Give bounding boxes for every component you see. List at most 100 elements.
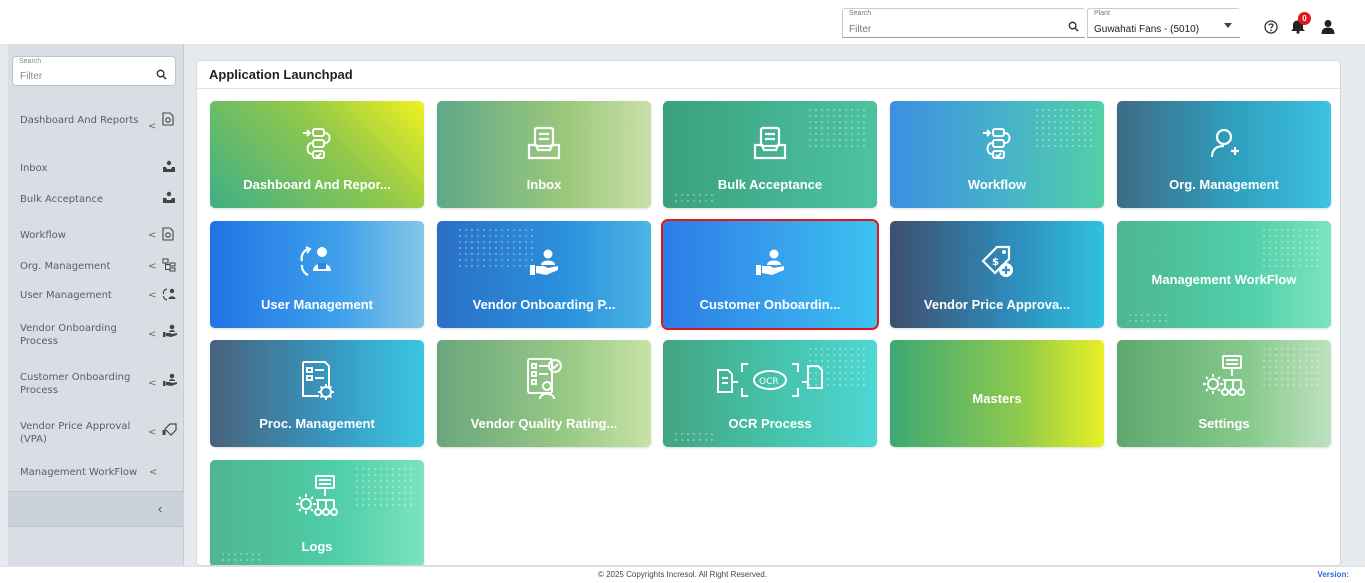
tile-user-management[interactable]: User Management [210, 221, 424, 328]
tile-dashboard-and-reports[interactable]: Dashboard And Repor... [210, 101, 424, 208]
tile-label: Logs [301, 539, 333, 554]
report-icon [162, 112, 174, 130]
tile-label: Workflow [967, 177, 1027, 192]
tile-inbox[interactable]: Inbox [437, 101, 651, 208]
price-tag-icon: $ [977, 241, 1017, 286]
hand-user-icon [528, 249, 560, 282]
sidebar-item-label: Dashboard And Reports [20, 115, 139, 126]
sidebar-collapse-button[interactable]: ‹ [8, 491, 184, 527]
tile-customer-onboarding[interactable]: Customer Onboardin... [661, 219, 879, 330]
plant-label: Plant [1094, 10, 1110, 17]
sidebar-item-label: Vendor Price Approval (VPA) [20, 421, 131, 445]
sidebar-search-label: Search [19, 58, 42, 65]
svg-text:OCR: OCR [759, 377, 779, 387]
sidebar-item-workflow[interactable]: Workflow < [8, 227, 184, 243]
tile-label: Vendor Onboarding P... [472, 297, 616, 312]
plant-value: Guwahati Fans - (5010) [1094, 24, 1200, 35]
sidebar: Search Filter Dashboard And Reports < In… [8, 44, 184, 566]
tile-workflow[interactable]: Workflow [890, 101, 1104, 208]
checklist-user-icon [522, 356, 566, 407]
hand-user-icon [162, 324, 178, 342]
inbox-icon [526, 125, 562, 166]
hand-user-icon [162, 373, 178, 391]
page-title: Application Launchpad [209, 67, 353, 82]
tile-label: Dashboard And Repor... [243, 177, 391, 192]
sidebar-item-label: Workflow [20, 230, 66, 241]
chevron-left-icon: < [148, 427, 157, 438]
user-icon[interactable] [1320, 19, 1336, 39]
sidebar-item-label: Org. Management [20, 261, 111, 272]
sidebar-item-bulk-acceptance[interactable]: Bulk Acceptance [8, 191, 184, 207]
org-chart-icon [162, 258, 176, 276]
tile-label: Inbox [526, 177, 562, 192]
user-sync-icon [298, 243, 336, 284]
sidebar-item-vendor-price-approval[interactable]: Vendor Price Approval (VPA) < [8, 418, 184, 448]
decorative-dots [354, 466, 414, 506]
sidebar-item-vendor-onboarding-process[interactable]: Vendor Onboarding Process < [8, 320, 184, 350]
chevron-down-icon [1224, 23, 1232, 28]
decorative-dots [457, 227, 537, 267]
inbox-tray-icon [162, 160, 176, 177]
chevron-left-icon: < [148, 121, 157, 132]
tile-label: Settings [1198, 416, 1250, 431]
chevron-left-icon: < [149, 467, 158, 478]
global-search-input[interactable]: Search Filter [842, 8, 1085, 38]
inbox-icon [752, 125, 788, 166]
global-search-label: Search [849, 10, 872, 17]
tile-org-management[interactable]: Org. Management [1117, 101, 1331, 208]
chevron-left-icon: ‹ [158, 501, 163, 516]
tile-proc-management[interactable]: Proc. Management [210, 340, 424, 447]
ocr-scan-icon: OCR [714, 358, 826, 403]
tile-label: Management WorkFlow [1151, 272, 1297, 287]
panel-header: Application Launchpad [197, 61, 1340, 89]
sidebar-item-label: Vendor Onboarding Process [20, 323, 117, 347]
tile-vendor-onboarding-process[interactable]: Vendor Onboarding P... [437, 221, 651, 328]
gear-network-icon [294, 474, 340, 529]
tile-management-workflow[interactable]: Management WorkFlow [1117, 221, 1331, 328]
sidebar-search-input[interactable]: Search Filter [12, 56, 176, 86]
tile-vendor-price-approval[interactable]: $ Vendor Price Approva... [890, 221, 1104, 328]
hand-user-icon [754, 249, 786, 282]
decorative-dots [1261, 346, 1321, 386]
version-link[interactable]: Version: [1317, 570, 1349, 579]
tile-label: Masters [972, 391, 1022, 406]
svg-text:$: $ [992, 257, 999, 268]
inbox-tray-icon [162, 191, 176, 208]
tile-label: Vendor Price Approva... [923, 297, 1071, 312]
application-launchpad-panel: Application Launchpad Dashboard And Repo… [196, 60, 1341, 566]
sidebar-item-customer-onboarding-process[interactable]: Customer Onboarding Process < [8, 369, 184, 399]
search-icon[interactable] [156, 67, 167, 85]
sidebar-item-dashboard-and-reports[interactable]: Dashboard And Reports < [8, 112, 184, 142]
tile-label: Bulk Acceptance [717, 177, 823, 192]
tile-label: Customer Onboardin... [699, 297, 841, 312]
decorative-dots [673, 192, 713, 206]
notification-badge: 0 [1298, 12, 1311, 25]
decorative-dots [1127, 312, 1167, 326]
chevron-left-icon: < [148, 261, 157, 272]
tile-label: Org. Management [1169, 177, 1279, 192]
decorative-dots [1034, 107, 1094, 147]
plant-select[interactable]: Plant Guwahati Fans - (5010) [1087, 8, 1240, 38]
sidebar-item-org-management[interactable]: Org. Management < [8, 258, 184, 274]
tile-bulk-acceptance[interactable]: Bulk Acceptance [663, 101, 877, 208]
tile-ocr-process[interactable]: OCR OCR Process [663, 340, 877, 447]
sidebar-item-user-management[interactable]: User Management < [8, 287, 184, 303]
gear-network-icon [1201, 354, 1247, 409]
chevron-left-icon: < [148, 230, 157, 241]
workflow-list-icon [299, 125, 335, 166]
sidebar-item-label: Bulk Acceptance [20, 194, 104, 205]
report-icon [162, 227, 174, 245]
top-header: Search Filter Plant Guwahati Fans - (501… [0, 0, 1365, 44]
sidebar-search-placeholder: Filter [20, 71, 43, 82]
tile-settings[interactable]: Settings [1117, 340, 1331, 447]
users-cycle-icon [162, 287, 177, 305]
sidebar-item-inbox[interactable]: Inbox [8, 160, 184, 176]
footer: © 2025 Copyrights Incresol. All Right Re… [0, 566, 1365, 583]
help-icon[interactable] [1264, 20, 1278, 39]
tile-masters[interactable]: Masters [890, 340, 1104, 447]
tile-vendor-quality-rating[interactable]: Vendor Quality Rating... [437, 340, 651, 447]
workflow-list-icon [979, 125, 1015, 166]
sidebar-item-management-workflow[interactable]: Management WorkFlow < [8, 465, 184, 481]
tile-logs[interactable]: Logs [210, 460, 424, 565]
search-icon[interactable] [1068, 19, 1079, 37]
